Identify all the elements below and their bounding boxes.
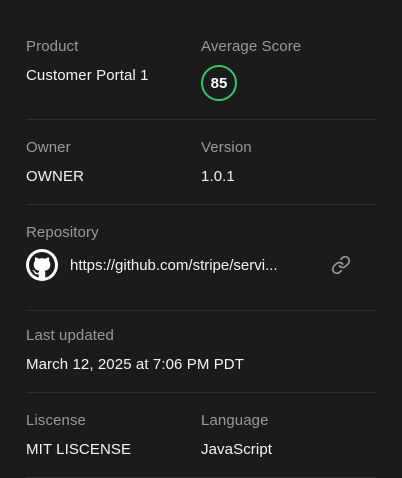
language-label: Language: [201, 412, 269, 429]
last-updated-section: Last updated March 12, 2025 at 7:06 PM P…: [26, 311, 376, 392]
details-panel: Product Customer Portal 1 Average Score …: [0, 0, 402, 478]
link-icon[interactable]: [330, 254, 352, 276]
average-score-field: Average Score 85: [201, 38, 376, 101]
license-value: MIT LISCENSE: [26, 441, 132, 458]
product-value: Customer Portal 1: [26, 67, 149, 84]
repository-url-link[interactable]: https://github.com/stripe/servi...: [70, 257, 316, 274]
license-language-section: Liscense MIT LISCENSE Language JavaScrip…: [26, 393, 376, 477]
last-updated-value: March 12, 2025 at 7:06 PM PDT: [26, 356, 245, 373]
version-label: Version: [201, 139, 252, 156]
repository-section: Repository https://github.com/stripe/ser…: [26, 205, 376, 310]
language-value: JavaScript: [201, 441, 273, 458]
product-label: Product: [26, 38, 79, 55]
last-updated-label: Last updated: [26, 327, 114, 344]
average-score-badge: 85: [201, 65, 237, 101]
github-icon: [26, 249, 58, 281]
average-score-label: Average Score: [201, 38, 302, 55]
license-field: Liscense MIT LISCENSE: [26, 412, 201, 459]
version-value: 1.0.1: [201, 168, 235, 185]
license-label: Liscense: [26, 412, 87, 429]
owner-label: Owner: [26, 139, 71, 156]
owner-field: Owner OWNER: [26, 139, 201, 186]
version-field: Version 1.0.1: [201, 139, 376, 186]
product-field: Product Customer Portal 1: [26, 38, 201, 101]
repository-label: Repository: [26, 224, 99, 241]
product-score-section: Product Customer Portal 1 Average Score …: [26, 0, 376, 119]
owner-value: OWNER: [26, 168, 84, 185]
owner-version-section: Owner OWNER Version 1.0.1: [26, 120, 376, 204]
language-field: Language JavaScript: [201, 412, 376, 459]
